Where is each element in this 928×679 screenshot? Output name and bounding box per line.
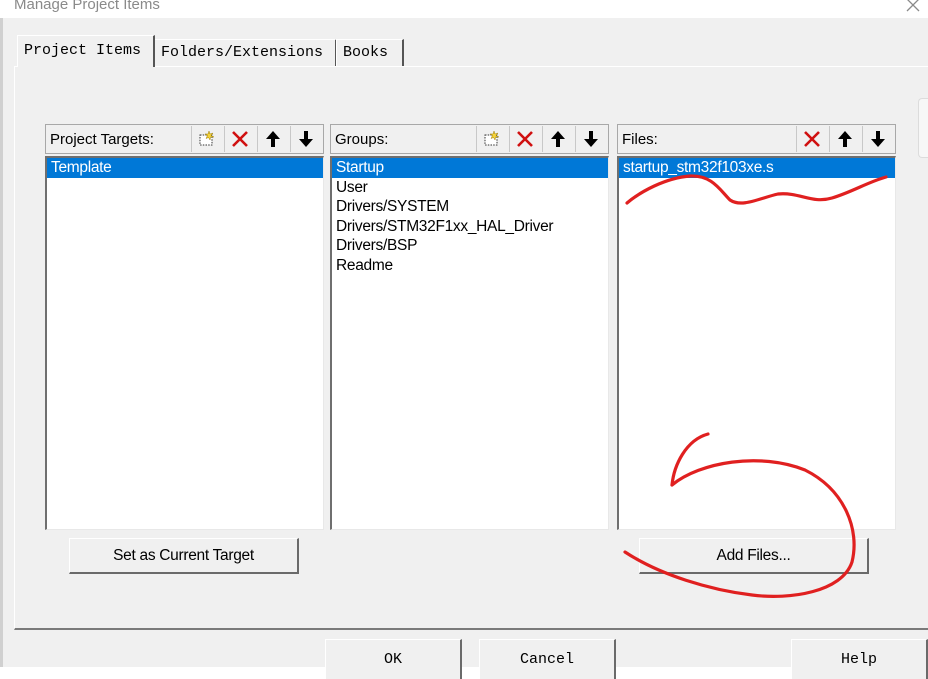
title-bar: Manage Project Items: [0, 0, 928, 16]
side-panel-tab: [918, 98, 928, 158]
files-list[interactable]: startup_stm32f103xe.s: [617, 156, 896, 530]
list-item[interactable]: Drivers/STM32F1xx_HAL_Driver: [332, 217, 608, 237]
move-file-down-button[interactable]: [862, 126, 892, 152]
list-item[interactable]: User: [332, 178, 608, 198]
close-icon[interactable]: [903, 0, 923, 15]
cancel-button[interactable]: Cancel: [479, 639, 616, 679]
list-item[interactable]: startup_stm32f103xe.s: [619, 158, 895, 178]
files-label: Files:: [622, 131, 658, 148]
new-target-button[interactable]: [191, 126, 221, 152]
move-down-icon: [583, 130, 599, 148]
move-up-icon: [837, 130, 853, 148]
project-targets-list[interactable]: Template: [45, 156, 324, 530]
move-down-icon: [870, 130, 886, 148]
window-title: Manage Project Items: [14, 0, 160, 13]
add-files-button[interactable]: Add Files...: [639, 538, 869, 574]
files-header: Files:: [617, 124, 896, 154]
list-item[interactable]: Startup: [332, 158, 608, 178]
ok-button[interactable]: OK: [325, 639, 462, 679]
new-icon: [482, 129, 502, 149]
move-group-down-button[interactable]: [575, 126, 605, 152]
list-item[interactable]: Drivers/BSP: [332, 236, 608, 256]
new-group-button[interactable]: [476, 126, 506, 152]
move-up-icon: [550, 130, 566, 148]
help-button[interactable]: Help: [791, 639, 928, 679]
new-icon: [197, 129, 217, 149]
groups-list[interactable]: Startup User Drivers/SYSTEM Drivers/STM3…: [330, 156, 609, 530]
list-item[interactable]: Readme: [332, 256, 608, 276]
delete-target-button[interactable]: [224, 126, 254, 152]
groups-header: Groups:: [330, 124, 609, 154]
list-item[interactable]: Template: [47, 158, 323, 178]
delete-file-button[interactable]: [796, 126, 826, 152]
groups-label: Groups:: [335, 131, 389, 148]
move-up-icon: [265, 130, 281, 148]
delete-group-button[interactable]: [509, 126, 539, 152]
move-target-up-button[interactable]: [257, 126, 287, 152]
move-down-icon: [298, 130, 314, 148]
project-targets-label: Project Targets:: [50, 131, 154, 148]
list-item[interactable]: Drivers/SYSTEM: [332, 197, 608, 217]
move-file-up-button[interactable]: [829, 126, 859, 152]
delete-icon: [802, 129, 822, 149]
delete-icon: [515, 129, 535, 149]
set-as-current-target-button[interactable]: Set as Current Target: [69, 538, 299, 574]
move-target-down-button[interactable]: [290, 126, 320, 152]
move-group-up-button[interactable]: [542, 126, 572, 152]
tab-folders-extensions[interactable]: Folders/Extensions: [154, 39, 337, 66]
project-targets-header: Project Targets:: [45, 124, 324, 154]
tab-books[interactable]: Books: [336, 39, 404, 66]
manage-project-items-dialog: Project Items Folders/Extensions Books P…: [3, 18, 928, 679]
tab-project-items[interactable]: Project Items: [17, 35, 155, 67]
delete-icon: [230, 129, 250, 149]
